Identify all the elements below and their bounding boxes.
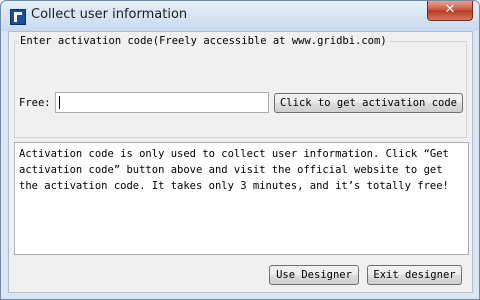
dialog-window: Collect user information ✕ Enter activat… (0, 0, 480, 300)
activation-code-input[interactable] (55, 92, 269, 113)
activation-group-label: Enter activation code(Freely accessible … (19, 35, 388, 47)
client-area: Enter activation code(Freely accessible … (8, 31, 473, 293)
text-caret (59, 96, 60, 109)
use-designer-button[interactable]: Use Designer (269, 265, 359, 285)
app-logo-icon (10, 9, 26, 25)
get-activation-code-button[interactable]: Click to get activation code (274, 93, 463, 113)
free-label: Free: (19, 97, 51, 109)
exit-designer-button[interactable]: Exit designer (367, 265, 462, 285)
info-message-box[interactable]: Activation code is only used to collect … (14, 142, 469, 255)
close-icon: ✕ (444, 2, 456, 17)
title-bar[interactable]: Collect user information ✕ (1, 1, 479, 31)
activation-group: Enter activation code(Freely accessible … (14, 35, 467, 138)
close-button[interactable]: ✕ (427, 1, 473, 21)
window-title: Collect user information (31, 7, 188, 22)
